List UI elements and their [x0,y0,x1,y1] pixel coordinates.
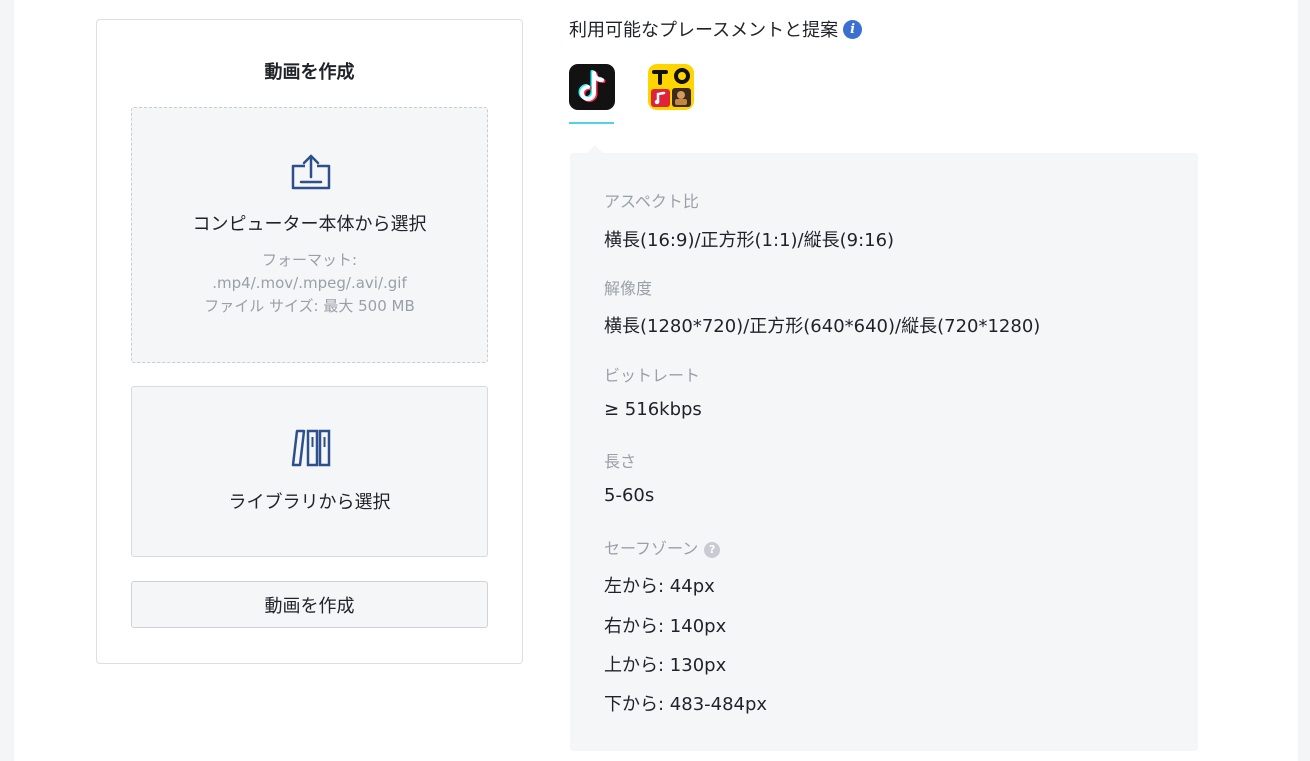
safe-zone-top: 上から: 130px [604,655,727,676]
resolution-value: 横長(1280*720)/正方形(640*640)/縦長(720*1280) [604,316,1041,337]
create-video-card: 動画を作成 コンピューター本体から選択 フォーマット: .mp4/.mov/.m… [96,19,523,664]
duration-label: 長さ [604,452,637,471]
safe-zone-heading: セーフゾーン? [604,535,721,559]
info-icon[interactable]: i [843,19,863,39]
placements-heading: 利用可能なプレースメントと提案 i [569,16,863,42]
selected-tab-indicator [569,122,614,124]
card-title: 動画を作成 [264,62,355,83]
bitrate-label: ビットレート [604,366,701,385]
format-list: .mp4/.mov/.mpeg/.avi/.gif [212,274,407,292]
library-icon [291,429,331,467]
duration-value: 5-60s [604,485,655,506]
spec-panel: アスペクト比 横長(16:9)/正方形(1:1)/縦長(9:16) 解像度 横長… [570,153,1198,751]
upload-title: コンピューター本体から選択 [192,214,427,235]
select-from-library-area[interactable]: ライブラリから選択 [131,386,488,557]
safe-zone-left: 左から: 44px [604,576,715,597]
resolution-label: 解像度 [604,279,653,298]
safe-zone-bottom: 下から: 483-484px [604,694,768,715]
help-icon[interactable]: ? [704,542,721,558]
placements-heading-text: 利用可能なプレースメントと提案 [569,20,839,41]
bitrate-value: ≥ 516kbps [604,399,702,420]
format-label: フォーマット: [261,251,358,269]
file-size-limit: ファイル サイズ: 最大 500 MB [204,297,415,315]
upload-format-hint: フォーマット: .mp4/.mov/.mpeg/.avi/.gif ファイル サ… [132,249,487,318]
create-video-button[interactable]: 動画を作成 [131,581,488,628]
aspect-ratio-label: アスペクト比 [604,192,699,211]
page: 動画を作成 コンピューター本体から選択 フォーマット: .mp4/.mov/.m… [14,0,1298,761]
upload-icon [291,154,331,190]
upload-from-computer-area[interactable]: コンピューター本体から選択 フォーマット: .mp4/.mov/.mpeg/.a… [131,107,488,363]
safe-zone-label: セーフゾーン [604,539,699,558]
aspect-ratio-value: 横長(16:9)/正方形(1:1)/縦長(9:16) [604,230,895,251]
safe-zone-right: 右から: 140px [604,616,727,637]
tiktok-icon[interactable] [569,64,615,110]
library-title: ライブラリから選択 [228,492,391,513]
topbuzz-icon[interactable] [648,64,694,110]
